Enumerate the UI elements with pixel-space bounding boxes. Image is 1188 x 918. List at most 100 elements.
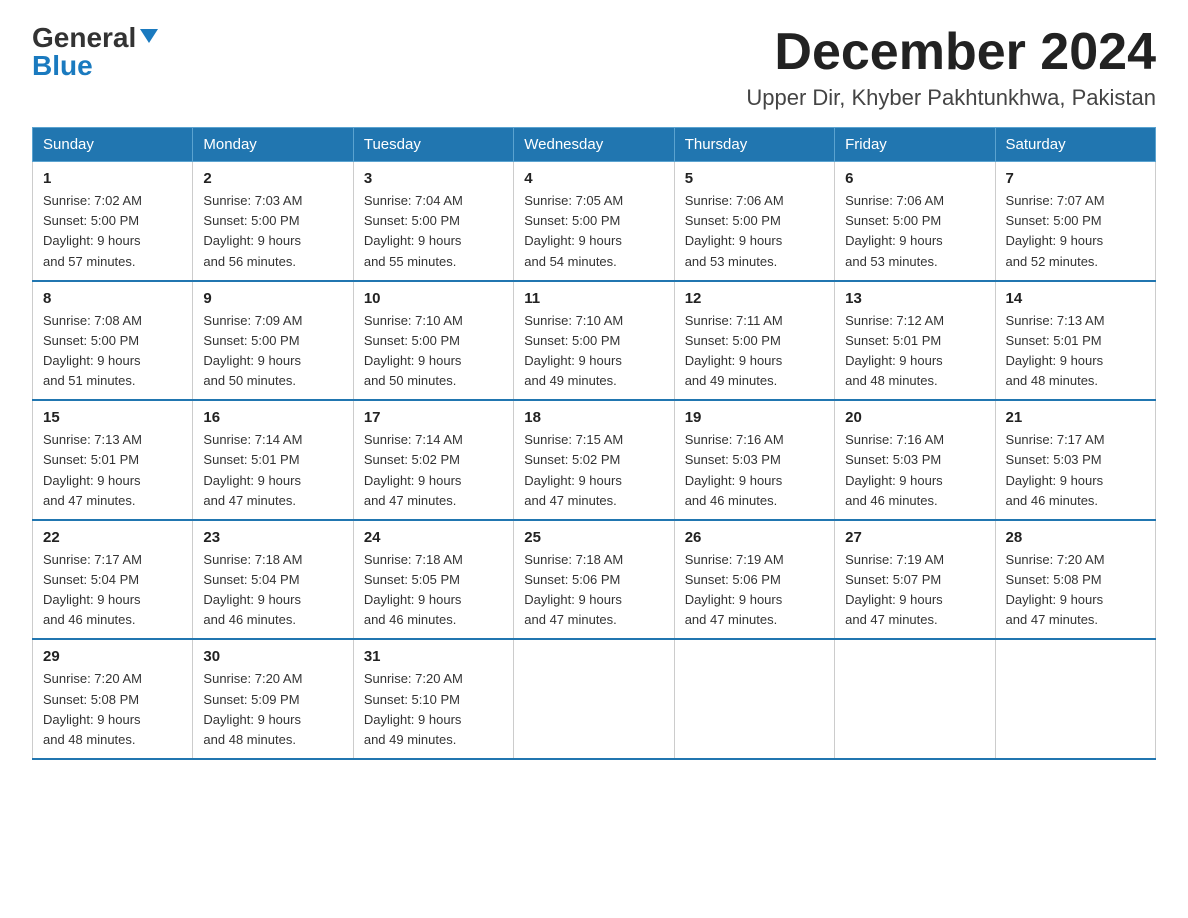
calendar-cell bbox=[514, 639, 674, 759]
day-number: 4 bbox=[524, 170, 663, 187]
day-info: Sunrise: 7:12 AMSunset: 5:01 PMDaylight:… bbox=[845, 311, 984, 392]
day-number: 1 bbox=[43, 170, 182, 187]
day-number: 23 bbox=[203, 529, 342, 546]
days-header-row: SundayMondayTuesdayWednesdayThursdayFrid… bbox=[33, 128, 1156, 162]
calendar-cell: 1 Sunrise: 7:02 AMSunset: 5:00 PMDaylight… bbox=[33, 162, 193, 281]
day-of-week-header: Saturday bbox=[995, 128, 1155, 162]
calendar-cell: 5 Sunrise: 7:06 AMSunset: 5:00 PMDaylight… bbox=[674, 162, 834, 281]
calendar-cell: 24 Sunrise: 7:18 AMSunset: 5:05 PMDayligh… bbox=[353, 520, 513, 640]
day-info: Sunrise: 7:15 AMSunset: 5:02 PMDaylight:… bbox=[524, 430, 663, 511]
calendar-cell: 11 Sunrise: 7:10 AMSunset: 5:00 PMDayligh… bbox=[514, 281, 674, 401]
calendar-cell: 15 Sunrise: 7:13 AMSunset: 5:01 PMDayligh… bbox=[33, 400, 193, 520]
day-number: 15 bbox=[43, 409, 182, 426]
day-info: Sunrise: 7:13 AMSunset: 5:01 PMDaylight:… bbox=[1006, 311, 1145, 392]
calendar-cell: 14 Sunrise: 7:13 AMSunset: 5:01 PMDayligh… bbox=[995, 281, 1155, 401]
day-number: 5 bbox=[685, 170, 824, 187]
calendar-cell: 21Sunrise: 7:17 AMSunset: 5:03 PMDayligh… bbox=[995, 400, 1155, 520]
calendar-cell: 12 Sunrise: 7:11 AMSunset: 5:00 PMDayligh… bbox=[674, 281, 834, 401]
day-info: Sunrise: 7:18 AMSunset: 5:05 PMDaylight:… bbox=[364, 550, 503, 631]
calendar-cell: 23Sunrise: 7:18 AMSunset: 5:04 PMDayligh… bbox=[193, 520, 353, 640]
day-info: Sunrise: 7:04 AMSunset: 5:00 PMDaylight:… bbox=[364, 191, 503, 272]
calendar-cell: 16Sunrise: 7:14 AMSunset: 5:01 PMDayligh… bbox=[193, 400, 353, 520]
day-number: 2 bbox=[203, 170, 342, 187]
day-number: 20 bbox=[845, 409, 984, 426]
day-info: Sunrise: 7:17 AMSunset: 5:04 PMDaylight:… bbox=[43, 550, 182, 631]
logo-arrow-icon bbox=[138, 25, 160, 47]
day-info: Sunrise: 7:02 AMSunset: 5:00 PMDaylight:… bbox=[43, 191, 182, 272]
day-number: 12 bbox=[685, 290, 824, 307]
calendar-cell: 28 Sunrise: 7:20 AMSunset: 5:08 PMDayligh… bbox=[995, 520, 1155, 640]
calendar-cell: 29 Sunrise: 7:20 AMSunset: 5:08 PMDayligh… bbox=[33, 639, 193, 759]
logo-text-blue: Blue bbox=[32, 52, 93, 80]
calendar-cell: 4 Sunrise: 7:05 AMSunset: 5:00 PMDaylight… bbox=[514, 162, 674, 281]
calendar-cell: 26 Sunrise: 7:19 AMSunset: 5:06 PMDayligh… bbox=[674, 520, 834, 640]
calendar-cell: 10Sunrise: 7:10 AMSunset: 5:00 PMDayligh… bbox=[353, 281, 513, 401]
day-number: 29 bbox=[43, 648, 182, 665]
day-of-week-header: Wednesday bbox=[514, 128, 674, 162]
week-row: 22 Sunrise: 7:17 AMSunset: 5:04 PMDayligh… bbox=[33, 520, 1156, 640]
calendar-cell: 17Sunrise: 7:14 AMSunset: 5:02 PMDayligh… bbox=[353, 400, 513, 520]
day-info: Sunrise: 7:19 AMSunset: 5:07 PMDaylight:… bbox=[845, 550, 984, 631]
day-number: 7 bbox=[1006, 170, 1145, 187]
day-info: Sunrise: 7:18 AMSunset: 5:06 PMDaylight:… bbox=[524, 550, 663, 631]
day-number: 25 bbox=[524, 529, 663, 546]
week-row: 29 Sunrise: 7:20 AMSunset: 5:08 PMDayligh… bbox=[33, 639, 1156, 759]
day-number: 9 bbox=[203, 290, 342, 307]
day-info: Sunrise: 7:16 AMSunset: 5:03 PMDaylight:… bbox=[845, 430, 984, 511]
day-info: Sunrise: 7:06 AMSunset: 5:00 PMDaylight:… bbox=[685, 191, 824, 272]
day-number: 26 bbox=[685, 529, 824, 546]
day-number: 3 bbox=[364, 170, 503, 187]
page-header: General Blue December 2024 Upper Dir, Kh… bbox=[32, 24, 1156, 111]
day-info: Sunrise: 7:19 AMSunset: 5:06 PMDaylight:… bbox=[685, 550, 824, 631]
day-info: Sunrise: 7:20 AMSunset: 5:09 PMDaylight:… bbox=[203, 669, 342, 750]
day-number: 31 bbox=[364, 648, 503, 665]
calendar-cell: 6 Sunrise: 7:06 AMSunset: 5:00 PMDaylight… bbox=[835, 162, 995, 281]
day-number: 24 bbox=[364, 529, 503, 546]
day-info: Sunrise: 7:13 AMSunset: 5:01 PMDaylight:… bbox=[43, 430, 182, 511]
day-number: 14 bbox=[1006, 290, 1145, 307]
calendar-cell: 13 Sunrise: 7:12 AMSunset: 5:01 PMDayligh… bbox=[835, 281, 995, 401]
title-section: December 2024 Upper Dir, Khyber Pakhtunk… bbox=[746, 24, 1156, 111]
day-info: Sunrise: 7:11 AMSunset: 5:00 PMDaylight:… bbox=[685, 311, 824, 392]
day-of-week-header: Tuesday bbox=[353, 128, 513, 162]
calendar-cell: 19Sunrise: 7:16 AMSunset: 5:03 PMDayligh… bbox=[674, 400, 834, 520]
day-number: 6 bbox=[845, 170, 984, 187]
day-info: Sunrise: 7:07 AMSunset: 5:00 PMDaylight:… bbox=[1006, 191, 1145, 272]
day-of-week-header: Friday bbox=[835, 128, 995, 162]
calendar-cell: 22 Sunrise: 7:17 AMSunset: 5:04 PMDayligh… bbox=[33, 520, 193, 640]
day-info: Sunrise: 7:10 AMSunset: 5:00 PMDaylight:… bbox=[524, 311, 663, 392]
day-info: Sunrise: 7:20 AMSunset: 5:08 PMDaylight:… bbox=[43, 669, 182, 750]
calendar-cell: 30 Sunrise: 7:20 AMSunset: 5:09 PMDayligh… bbox=[193, 639, 353, 759]
month-year-title: December 2024 bbox=[746, 24, 1156, 81]
day-number: 22 bbox=[43, 529, 182, 546]
calendar-cell: 20 Sunrise: 7:16 AMSunset: 5:03 PMDayligh… bbox=[835, 400, 995, 520]
day-info: Sunrise: 7:08 AMSunset: 5:00 PMDaylight:… bbox=[43, 311, 182, 392]
calendar-table: SundayMondayTuesdayWednesdayThursdayFrid… bbox=[32, 127, 1156, 760]
calendar-cell: 8 Sunrise: 7:08 AMSunset: 5:00 PMDaylight… bbox=[33, 281, 193, 401]
calendar-cell: 9 Sunrise: 7:09 AMSunset: 5:00 PMDaylight… bbox=[193, 281, 353, 401]
location-subtitle: Upper Dir, Khyber Pakhtunkhwa, Pakistan bbox=[746, 85, 1156, 111]
day-info: Sunrise: 7:06 AMSunset: 5:00 PMDaylight:… bbox=[845, 191, 984, 272]
calendar-cell: 7 Sunrise: 7:07 AMSunset: 5:00 PMDaylight… bbox=[995, 162, 1155, 281]
calendar-cell bbox=[995, 639, 1155, 759]
week-row: 15 Sunrise: 7:13 AMSunset: 5:01 PMDayligh… bbox=[33, 400, 1156, 520]
day-info: Sunrise: 7:05 AMSunset: 5:00 PMDaylight:… bbox=[524, 191, 663, 272]
day-info: Sunrise: 7:20 AMSunset: 5:08 PMDaylight:… bbox=[1006, 550, 1145, 631]
week-row: 8 Sunrise: 7:08 AMSunset: 5:00 PMDaylight… bbox=[33, 281, 1156, 401]
day-number: 8 bbox=[43, 290, 182, 307]
day-info: Sunrise: 7:10 AMSunset: 5:00 PMDaylight:… bbox=[364, 311, 503, 392]
calendar-cell: 25 Sunrise: 7:18 AMSunset: 5:06 PMDayligh… bbox=[514, 520, 674, 640]
day-number: 11 bbox=[524, 290, 663, 307]
day-number: 13 bbox=[845, 290, 984, 307]
day-info: Sunrise: 7:20 AMSunset: 5:10 PMDaylight:… bbox=[364, 669, 503, 750]
day-info: Sunrise: 7:09 AMSunset: 5:00 PMDaylight:… bbox=[203, 311, 342, 392]
calendar-cell: 31 Sunrise: 7:20 AMSunset: 5:10 PMDayligh… bbox=[353, 639, 513, 759]
day-of-week-header: Sunday bbox=[33, 128, 193, 162]
logo: General Blue bbox=[32, 24, 160, 80]
calendar-cell: 18Sunrise: 7:15 AMSunset: 5:02 PMDayligh… bbox=[514, 400, 674, 520]
day-number: 27 bbox=[845, 529, 984, 546]
calendar-cell: 27 Sunrise: 7:19 AMSunset: 5:07 PMDayligh… bbox=[835, 520, 995, 640]
day-number: 17 bbox=[364, 409, 503, 426]
day-number: 28 bbox=[1006, 529, 1145, 546]
day-number: 30 bbox=[203, 648, 342, 665]
